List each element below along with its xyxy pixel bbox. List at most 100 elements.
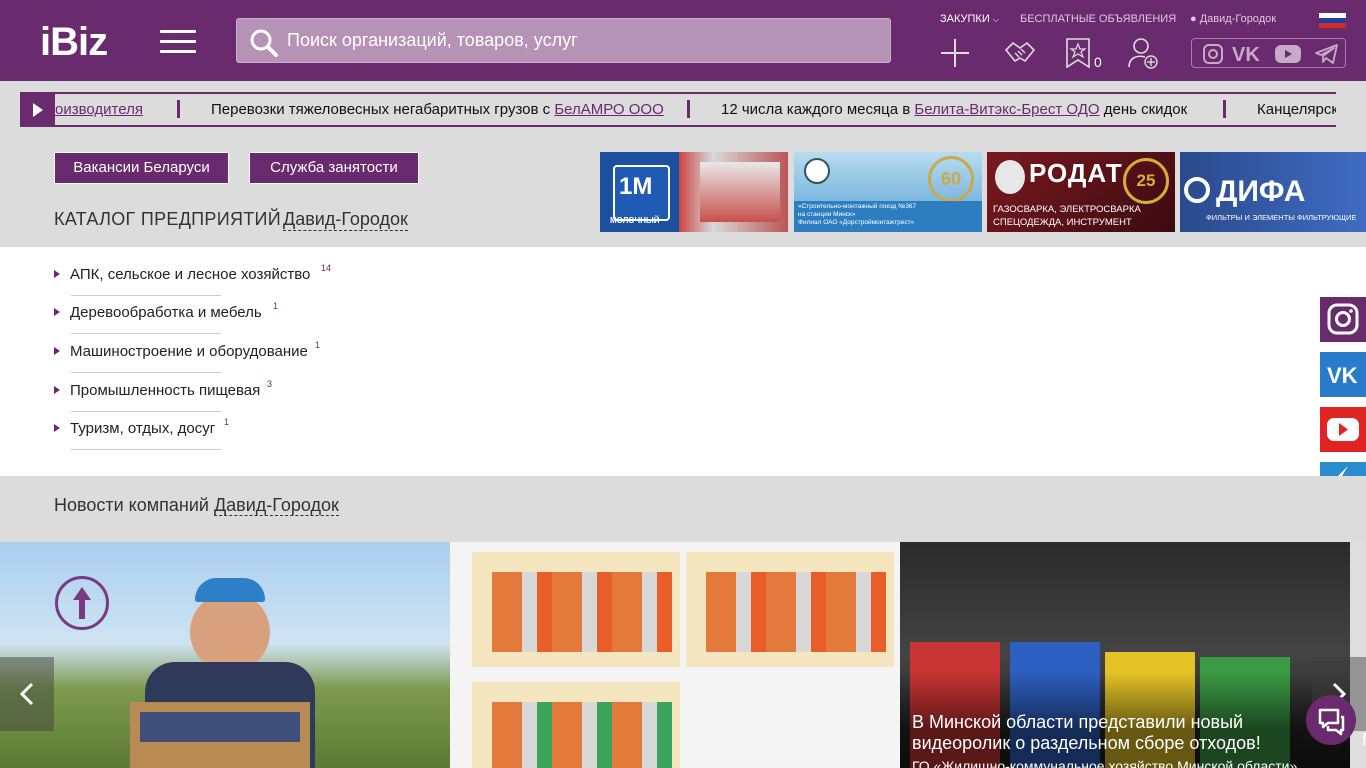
banner-subtitle: МОЛОЧНЫЙ [610, 216, 660, 225]
category-count: 14 [321, 263, 332, 273]
list-item[interactable]: Машиностроение и оборудование 1 [54, 339, 354, 377]
search-icon[interactable] [249, 28, 279, 58]
ticker-item: оизводителя [55, 101, 143, 118]
news-city-link[interactable]: Давид-Городок [213, 495, 339, 516]
plus-icon[interactable] [938, 36, 972, 70]
logo[interactable]: iBiz [40, 20, 108, 65]
svg-text:VK: VK [1327, 363, 1358, 388]
handshake-icon[interactable] [1003, 36, 1037, 70]
banner-caption: ФИЛЬТРЫ И ЭЛЕМЕНТЫ ФИЛЬТРУЮЩИЕ [1206, 213, 1357, 222]
building-render [472, 552, 680, 667]
play-icon[interactable] [20, 94, 55, 125]
telegram-icon[interactable] [1315, 44, 1339, 64]
telegram-side-icon[interactable] [1320, 462, 1366, 476]
slide-source: ГО «Жилищно-коммунальное хозяйство Минск… [912, 758, 1298, 768]
banner-molochny[interactable]: 1M МОЛОЧНЫЙ [600, 152, 788, 232]
berry-box [130, 702, 310, 768]
divider [71, 411, 221, 412]
divider [71, 372, 221, 373]
prev-slide-button[interactable] [0, 657, 54, 731]
divider [71, 295, 221, 296]
blueberries [140, 712, 300, 742]
svg-text:VK: VK [1232, 44, 1260, 64]
chat-button[interactable] [1306, 695, 1356, 745]
instagram-side-icon[interactable] [1320, 297, 1366, 342]
youtube-icon[interactable] [1274, 44, 1302, 64]
anniversary-badge: 25 [1123, 158, 1169, 204]
ticker-item: 12 числа каждого месяца в Белита-Витэкс-… [721, 101, 1188, 118]
news-slide[interactable]: В Минской области представили новый виде… [900, 542, 1350, 768]
news-ticker: оизводителя Перевозки тяжеловесных негаб… [20, 92, 1336, 127]
triangle-right-icon [54, 386, 60, 394]
category-label[interactable]: Деревообработка и мебель [70, 304, 262, 321]
category-label[interactable]: Туризм, отдых, досуг [70, 420, 215, 437]
news-slide[interactable] [0, 542, 450, 768]
location-pin-icon: ● [1190, 13, 1197, 25]
news-title-text: Новости компаний [54, 495, 209, 515]
free-ads-link[interactable]: БЕСПЛАТНЫЕ ОБЪЯВЛЕНИЯ [1020, 13, 1176, 25]
chat-icon [1318, 708, 1345, 736]
menu-icon[interactable] [160, 30, 196, 54]
emblem-icon [804, 158, 830, 184]
city-selector[interactable]: ● Давид-Городок [1190, 13, 1276, 25]
favorites-icon[interactable] [1062, 36, 1096, 70]
banner-caption-line: «Строительно-монтажный поезд №367 [798, 203, 917, 210]
employment-button[interactable]: Служба занятости [249, 152, 419, 184]
building-render [686, 552, 894, 667]
banner-caption-line: на станции Минск» [798, 211, 856, 218]
divider [71, 333, 221, 334]
banner-smp-367[interactable]: 60 «Строительно-монтажный поезд №367 на … [794, 152, 982, 232]
ticker-link[interactable]: оизводителя [55, 101, 143, 118]
catalog-city-link[interactable]: Давид-Городок [283, 209, 408, 231]
purchases-link[interactable]: ЗАКУПКИ ⌵ [940, 13, 999, 25]
instagram-icon[interactable] [1202, 44, 1224, 64]
category-count: 1 [273, 301, 279, 311]
youtube-side-icon[interactable] [1320, 407, 1366, 452]
banner-caption: ГАЗОСВАРКА, ЭЛЕКТРОСВАРКА СПЕЦОДЕЖДА, ИН… [993, 203, 1141, 229]
arrow-up-icon [73, 587, 91, 619]
category-label[interactable]: АПК, сельское и лесное хозяйство [70, 266, 310, 283]
russian-flag-icon[interactable] [1319, 13, 1346, 28]
news-section-title: Новости компаний Давид-Городок [54, 495, 339, 516]
vk-side-icon[interactable]: VK [1320, 352, 1366, 397]
banner-building [700, 162, 780, 222]
person-photo [190, 592, 270, 672]
chevron-left-icon [19, 682, 34, 706]
news-slide[interactable] [450, 542, 900, 768]
gear-icon [1184, 177, 1210, 203]
building-render [472, 682, 680, 768]
banner-brand: ДИФА [1216, 175, 1306, 208]
scroll-up-button[interactable] [55, 576, 109, 630]
banner-difa[interactable]: ДИФА ФИЛЬТРЫ И ЭЛЕМЕНТЫ ФИЛЬТРУЮЩИЕ [1180, 152, 1366, 232]
list-item[interactable]: Промышленность пищевая 3 [54, 378, 354, 416]
catalog-title: КАТАЛОГ ПРЕДПРИЯТИЙ [54, 209, 282, 229]
category-label[interactable]: Машиностроение и оборудование [70, 343, 308, 360]
banner-logo: 1M [613, 165, 670, 221]
search-input[interactable] [287, 19, 877, 62]
ticker-link[interactable]: БелАМРО ООО [554, 101, 663, 118]
list-item[interactable]: Туризм, отдых, досуг 1 [54, 416, 354, 454]
banner-caption: «Строительно-монтажный поезд №367 на ста… [794, 201, 982, 232]
slide-title: М [1362, 730, 1366, 751]
banner-caption-line: ГАЗОСВАРКА, ЭЛЕКТРОСВАРКА [993, 204, 1141, 215]
mascot-icon [995, 160, 1025, 194]
banner-caption-line: Филиал ОАО «Дорстроймонтажтрест» [798, 219, 915, 226]
triangle-right-icon [54, 308, 60, 316]
divider [71, 449, 221, 450]
vacancies-button[interactable]: Вакансии Беларуси [54, 152, 229, 184]
triangle-right-icon [54, 347, 60, 355]
slide-title[interactable]: В Минской области представили новый виде… [912, 712, 1332, 754]
list-item[interactable]: АПК, сельское и лесное хозяйство 14 [54, 262, 354, 300]
banner-brand: РОДАТ [1029, 158, 1123, 188]
search-box [236, 18, 891, 63]
ticker-separator [177, 100, 180, 118]
category-label[interactable]: Промышленность пищевая [70, 382, 260, 399]
category-count: 3 [267, 379, 273, 389]
banner-logo-text: 1M [619, 173, 653, 200]
ticker-link[interactable]: Белита-Витэкс-Брест ОДО [914, 101, 1099, 118]
ticker-separator [1223, 100, 1226, 118]
banner-rodat[interactable]: РОДАТ 25 ГАЗОСВАРКА, ЭЛЕКТРОСВАРКА СПЕЦО… [987, 152, 1175, 232]
vk-icon[interactable]: VK [1232, 44, 1264, 64]
list-item[interactable]: Деревообработка и мебель 1 [54, 300, 354, 338]
user-add-icon[interactable] [1126, 36, 1160, 70]
